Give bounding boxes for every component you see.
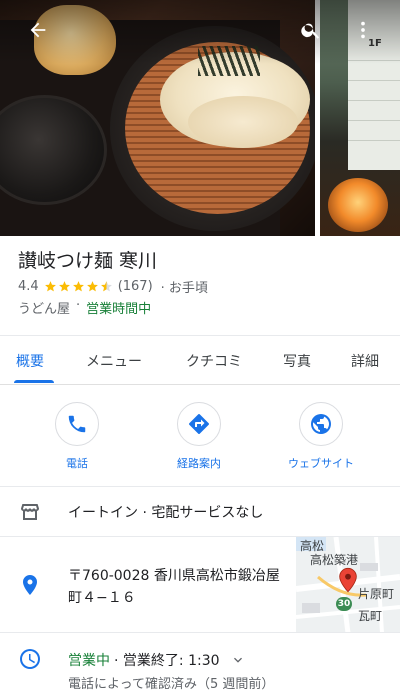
action-buttons: 電話 経路案内 ウェブサイト xyxy=(0,390,400,482)
globe-icon xyxy=(311,414,331,434)
tab-menu[interactable]: メニュー xyxy=(86,336,142,386)
star-rating xyxy=(44,280,114,293)
directions-circle xyxy=(177,402,221,446)
category: うどん屋 xyxy=(18,302,71,317)
map-label-kataharamachi: 片原町 xyxy=(358,587,395,601)
star-icon xyxy=(58,280,70,291)
map-label-chikko: 高松築港 xyxy=(310,553,359,567)
category-row: うどん屋 · 営業時間中 xyxy=(18,298,151,317)
more-vert-icon[interactable] xyxy=(349,16,377,44)
directions-label: 経路案内 xyxy=(177,457,221,470)
active-tab-indicator xyxy=(14,380,54,383)
call-label: 電話 xyxy=(66,457,88,470)
chevron-down-icon[interactable] xyxy=(230,652,246,668)
address-line-2: 町４−１６ xyxy=(68,590,136,606)
address-line-1: 〒760-0028 香川県高松市鍛冶屋 xyxy=(68,568,280,584)
storefront-icon xyxy=(21,504,39,520)
map-pin-icon xyxy=(339,567,357,593)
tab-reviews[interactable]: クチコミ xyxy=(186,336,242,386)
top-bar xyxy=(0,0,400,64)
star-icon xyxy=(44,280,56,291)
tab-bar: 概要 メニュー クチコミ 写真 詳細 xyxy=(0,335,400,385)
rating-row[interactable]: 4.4 (167) · お手頃 xyxy=(18,277,208,296)
hours-summary: 営業中 · 営業終了: 1:30 xyxy=(68,650,246,670)
open-status: 営業時間中 xyxy=(86,302,152,317)
photo-udon-front xyxy=(188,96,298,148)
website-button[interactable]: ウェブサイト xyxy=(271,402,371,471)
hours-open-status: 営業中 xyxy=(68,653,110,669)
rating-value: 4.4 xyxy=(18,278,39,294)
clock-icon xyxy=(20,649,40,669)
place-title: 讃岐つけ麺 寒川 xyxy=(18,250,158,272)
tab-overview[interactable]: 概要 xyxy=(16,336,44,386)
map-thumbnail[interactable]: 高松 高松築港 片原町 瓦町 30 xyxy=(296,537,400,633)
hours-verified: 電話によって確認済み（5 週間前） xyxy=(68,677,275,690)
location-pin-icon xyxy=(23,575,37,595)
hero-photos[interactable]: 1F xyxy=(0,0,400,236)
category-separator: · xyxy=(76,298,81,313)
review-count: (167) xyxy=(117,278,153,294)
website-label: ウェブサイト xyxy=(288,457,354,470)
hours-closing: · 営業終了: 1:30 xyxy=(114,653,220,669)
call-button[interactable]: 電話 xyxy=(27,402,127,471)
price-level: · お手頃 xyxy=(160,280,208,296)
search-icon[interactable] xyxy=(297,16,325,44)
phone-icon xyxy=(68,415,86,433)
arrow-left-icon[interactable] xyxy=(24,16,52,44)
service-options-row[interactable]: イートイン · 宅配サービスなし xyxy=(0,486,400,536)
website-circle xyxy=(299,402,343,446)
directions-icon xyxy=(189,414,209,434)
star-icon xyxy=(72,280,84,291)
route-shield: 30 xyxy=(336,597,352,611)
star-icon xyxy=(86,280,98,291)
call-circle xyxy=(55,402,99,446)
map-label-kawaramachi: 瓦町 xyxy=(358,609,383,623)
tab-photos[interactable]: 写真 xyxy=(283,336,311,386)
hours-row[interactable]: 営業中 · 営業終了: 1:30 電話によって確認済み（5 週間前） xyxy=(0,632,400,690)
service-options-text: イートイン · 宅配サービスなし xyxy=(68,505,264,521)
directions-button[interactable]: 経路案内 xyxy=(149,402,249,471)
star-half-icon xyxy=(100,280,112,291)
tab-details[interactable]: 詳細 xyxy=(351,336,379,386)
photo-lantern xyxy=(328,178,388,232)
